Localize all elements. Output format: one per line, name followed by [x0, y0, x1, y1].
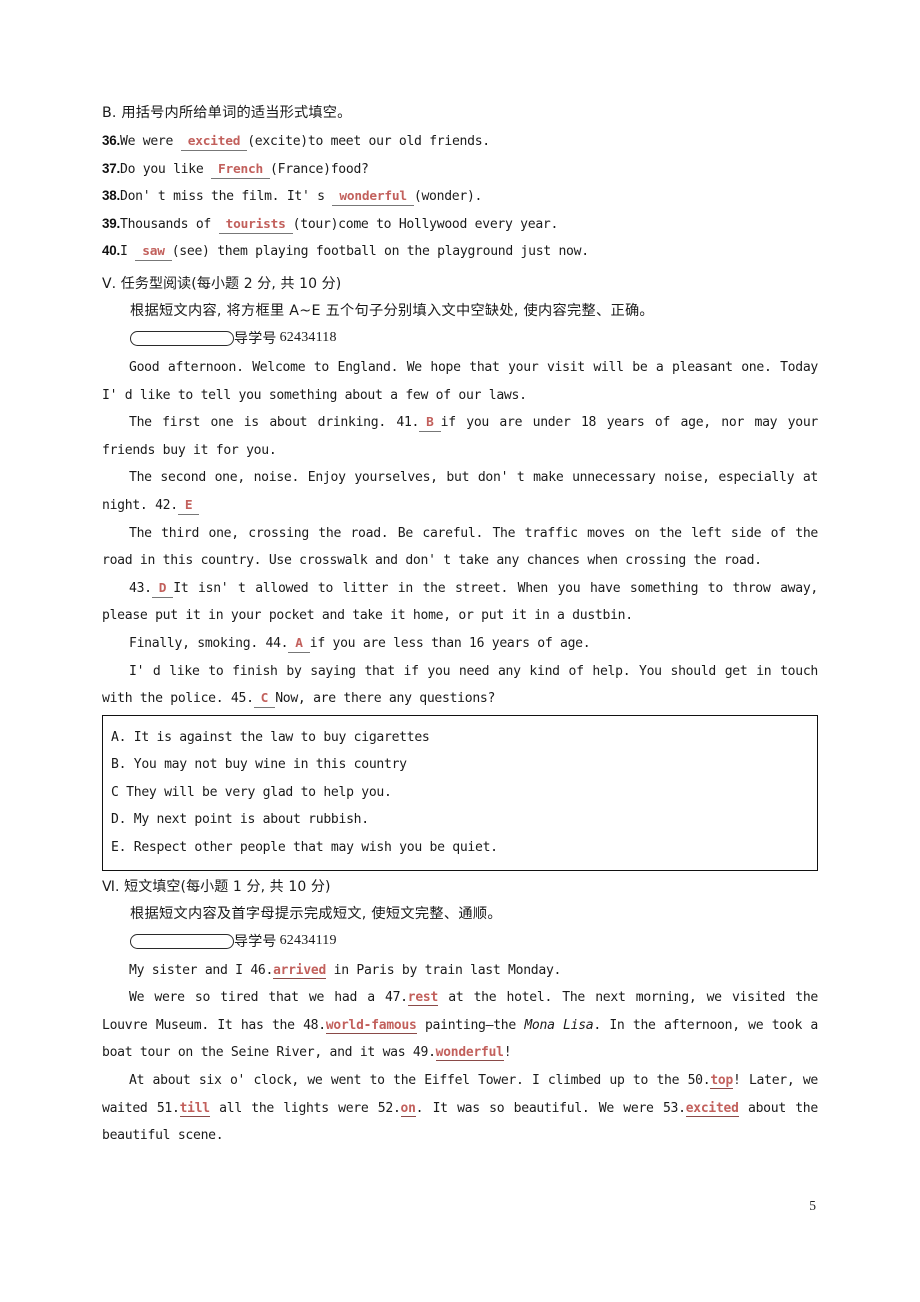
- section-vi-passage: My sister and I 46.arrived in Paris by t…: [102, 957, 818, 1150]
- answer-blank: E: [177, 497, 200, 515]
- option-line: D. My next point is about rubbish.: [111, 812, 369, 828]
- passage-text: The third one, crossing the road. Be car…: [102, 525, 818, 569]
- answer-blank: saw: [135, 244, 172, 262]
- answer-blank: wonderful: [332, 189, 414, 207]
- passage-paragraph: The first one is about drinking. 41. Bif …: [102, 409, 818, 464]
- passage-text: painting—the: [416, 1017, 525, 1033]
- answer-blank: C: [253, 691, 276, 709]
- section-v-passage: Good afternoon. Welcome to England. We h…: [102, 354, 818, 713]
- passage-paragraph: At about six o' clock, we went to the Ei…: [102, 1067, 818, 1150]
- answer-blank: D: [151, 580, 174, 598]
- passage-text: all the lights were 52.: [209, 1100, 401, 1116]
- passage-text: if you are less than 16 years of age.: [309, 635, 591, 651]
- passage-paragraph: I' d like to finish by saying that if yo…: [102, 658, 818, 713]
- item-number: 39.: [102, 215, 121, 231]
- passage-text: . It was so beautiful. We were 53.: [415, 1100, 686, 1116]
- option-line: B. You may not buy wine in this country: [111, 757, 407, 773]
- passage-text: Now, are there any questions?: [275, 691, 496, 707]
- passage-text: 43.: [129, 580, 152, 596]
- answer-blank: French: [211, 161, 271, 179]
- passage-text: !: [503, 1045, 512, 1061]
- daoxue-pill-icon: [130, 933, 234, 949]
- item-text-before: I: [120, 244, 136, 260]
- item-text-before: We were: [120, 134, 181, 149]
- item-text-after: (excite)to meet our old friends.: [247, 134, 490, 149]
- section-vi-daoxue-row: 导学号 62434119: [130, 928, 818, 955]
- fill-in-item: 40.I saw (see) them playing football on t…: [102, 242, 818, 270]
- fill-in-item: 37.Do you like French (France)food?: [102, 160, 818, 188]
- passage-text: The second one, noise. Enjoy yourselves,…: [102, 470, 818, 513]
- item-text-before: Do you like: [120, 161, 212, 177]
- item-number: 38.: [102, 188, 121, 204]
- passage-paragraph: 43. D It isn' t allowed to litter in the s…: [102, 575, 818, 630]
- item-text-before: Thousands of: [120, 216, 219, 232]
- daoxue-pill-icon: [130, 330, 234, 346]
- section-vi-heading: Ⅵ. 短文填空(每小题 1 分, 共 10 分): [102, 878, 331, 895]
- passage-text: It isn' t allowed to litter in the stree…: [102, 580, 818, 624]
- daoxue-number: 62434118: [279, 330, 337, 346]
- option-line: A. It is against the law to buy cigarett…: [111, 729, 430, 745]
- passage-text: We were so tired that we had a 47.: [129, 990, 408, 1006]
- answer-blank: B: [419, 415, 441, 433]
- item-text-after: (tour)come to Hollywood every year.: [292, 216, 559, 232]
- passage-paragraph: We were so tired that we had a 47.rest a…: [102, 984, 818, 1067]
- item-number: 40.: [102, 243, 121, 259]
- passage-paragraph: Finally, smoking. 44. Aif you are less th…: [102, 630, 818, 658]
- passage-text: The first one is about drinking. 41.: [129, 415, 420, 431]
- answer-word: world-famous: [325, 1017, 417, 1034]
- section-v-heading: Ⅴ. 任务型阅读(每小题 2 分, 共 10 分): [102, 275, 342, 292]
- fill-in-item: 39.Thousands of tourists (tour)come to Ho…: [102, 215, 818, 243]
- part-b-item-list: 36.We were excited (excite)to meet our ol…: [102, 132, 818, 270]
- section-v-instruction: 根据短文内容, 将方框里 A~E 五个句子分别填入文中空缺处, 使内容完整、正确…: [130, 302, 654, 319]
- answer-word: top: [710, 1073, 734, 1090]
- passage-paragraph: Good afternoon. Welcome to England. We h…: [102, 354, 818, 409]
- passage-paragraph: The second one, noise. Enjoy yourselves,…: [102, 464, 818, 519]
- answer-blank: A: [288, 635, 310, 653]
- daoxue-label: 导学号: [234, 331, 277, 348]
- options-box: A. It is against the law to buy cigarett…: [102, 714, 818, 871]
- item-text-after: (see) them playing football on the playg…: [171, 244, 589, 260]
- passage-text: At about six o' clock, we went to the Ei…: [129, 1073, 711, 1089]
- answer-word: arrived: [273, 962, 327, 979]
- item-number: 37.: [102, 160, 121, 176]
- option-line: C They will be very glad to help you.: [111, 784, 392, 800]
- fill-in-item: 38.Don' t miss the film. It' s wonderful…: [102, 187, 818, 215]
- passage-paragraph: The third one, crossing the road. Be car…: [102, 520, 818, 575]
- daoxue-number: 62434119: [279, 933, 337, 949]
- passage-text: in Paris by train last Monday.: [326, 962, 562, 978]
- option-line: E. Respect other people that may wish yo…: [111, 840, 498, 856]
- passage-text: My sister and I 46.: [129, 962, 274, 978]
- answer-blank: excited: [180, 134, 248, 151]
- answer-blank: tourists: [218, 216, 293, 234]
- item-text-before: Don' t miss the film. It' s: [120, 189, 333, 205]
- exam-page: B. 用括号内所给单词的适当形式填空。 36.We were excited (e…: [0, 0, 920, 1302]
- answer-word: rest: [407, 990, 439, 1007]
- title-italic: Mona Lisa: [524, 1017, 594, 1033]
- answer-word: on: [400, 1100, 416, 1117]
- section-v-daoxue-row: 导学号 62434118: [130, 325, 818, 352]
- item-text-after: (wonder).: [413, 189, 483, 205]
- passage-text: Finally, smoking. 44.: [129, 635, 289, 651]
- section-vi-instruction: 根据短文内容及首字母提示完成短文, 使短文完整、通顺。: [130, 905, 502, 922]
- item-text-after: (France)food?: [270, 161, 369, 177]
- passage-text: Good afternoon. Welcome to England. We h…: [102, 359, 818, 403]
- daoxue-label: 导学号: [234, 934, 277, 951]
- part-b-heading: B. 用括号内所给单词的适当形式填空。: [102, 105, 352, 121]
- item-number: 36.: [102, 133, 121, 148]
- answer-word: wonderful: [435, 1045, 504, 1062]
- answer-word: till: [179, 1100, 210, 1117]
- fill-in-item: 36.We were excited (excite)to meet our ol…: [102, 132, 818, 160]
- passage-paragraph: My sister and I 46.arrived in Paris by t…: [102, 957, 818, 985]
- answer-word: excited: [685, 1100, 739, 1117]
- page-content: B. 用括号内所给单词的适当形式填空。 36.We were excited (e…: [102, 100, 818, 1150]
- page-number: 5: [809, 1198, 816, 1213]
